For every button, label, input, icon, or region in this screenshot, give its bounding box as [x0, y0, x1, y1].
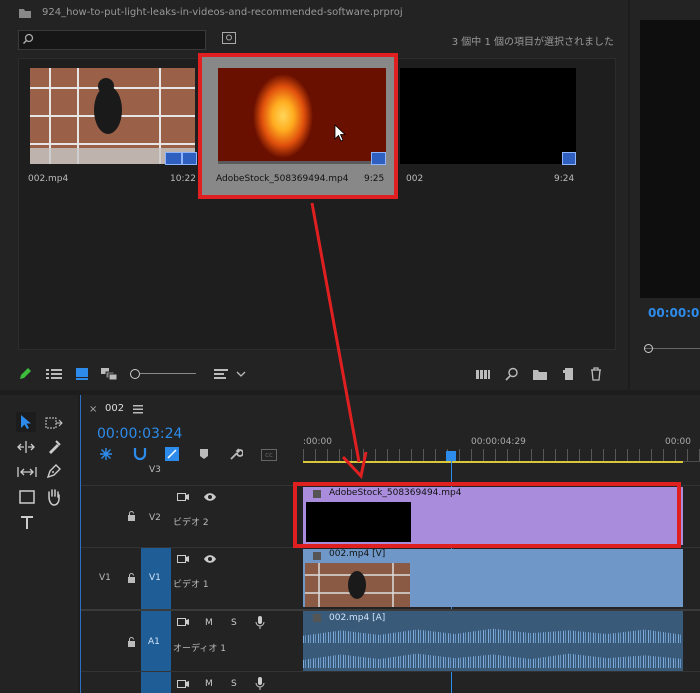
film-icon[interactable]: [177, 554, 189, 564]
clip-thumbnail-002[interactable]: [30, 68, 195, 164]
mute-button[interactable]: M: [205, 679, 213, 689]
trash-icon[interactable]: [590, 367, 602, 381]
lock-icon[interactable]: [127, 511, 136, 521]
chevron-down-icon[interactable]: [236, 370, 246, 378]
ruler-end: 00:00: [665, 437, 691, 447]
ruler-start: :00:00: [303, 437, 332, 447]
clip-duration: 9:25: [364, 174, 385, 184]
zoom-slider-handle[interactable]: [130, 369, 140, 379]
icon-view-icon[interactable]: [76, 368, 88, 380]
close-icon[interactable]: ×: [89, 404, 97, 415]
fx-icon: [313, 614, 321, 622]
track-name-v1: ビデオ 1: [173, 580, 209, 590]
film-icon[interactable]: [177, 617, 189, 627]
solo-button[interactable]: S: [231, 679, 237, 689]
razor-tool-icon[interactable]: [46, 439, 62, 455]
clip-name: 002.mp4: [28, 174, 69, 184]
track-name-a1: オーディオ 1: [173, 644, 226, 654]
new-search-bin-button[interactable]: [222, 32, 236, 44]
pen-tool-icon[interactable]: [46, 463, 62, 479]
automate-to-sequence-icon[interactable]: [476, 368, 490, 380]
clip-name: AdobeStock_508369494.mp4: [216, 174, 349, 184]
search-icon: [22, 33, 34, 45]
mute-button[interactable]: M: [205, 618, 213, 628]
clip-a1-name: 002.mp4 [A]: [329, 613, 386, 623]
film-icon[interactable]: [177, 492, 189, 502]
list-view-icon[interactable]: [46, 368, 62, 380]
sort-icon[interactable]: [214, 368, 228, 380]
track-label-v2[interactable]: V2: [149, 513, 161, 523]
track-label-v3[interactable]: V3: [149, 465, 161, 475]
clip-duration: 10:22: [170, 174, 196, 184]
solo-button[interactable]: S: [231, 618, 237, 628]
ripple-edit-tool-icon[interactable]: [17, 439, 35, 455]
pencil-icon[interactable]: [18, 367, 32, 381]
track-select-tool-icon[interactable]: [44, 415, 64, 431]
hand-tool-icon[interactable]: [46, 488, 62, 506]
mouse-cursor-icon: [334, 124, 346, 142]
selection-status: 3 個中 1 個の項目が選択されました: [451, 37, 614, 48]
track-target-a2[interactable]: [141, 672, 171, 693]
clip-v1-name: 002.mp4 [V]: [329, 549, 386, 559]
eye-icon[interactable]: [203, 492, 217, 502]
program-monitor: 00:00:03: [630, 0, 700, 390]
new-bin-icon[interactable]: [533, 368, 547, 380]
microphone-icon[interactable]: [255, 677, 265, 690]
microphone-icon[interactable]: [255, 616, 265, 629]
program-timecode: 00:00:03: [648, 306, 700, 320]
clip-duration: 9:24: [554, 174, 575, 184]
clip-progress-bar: [218, 161, 386, 164]
timeline-panel: × 002 00:00:03:24 cc :00:00 00:00:04:29 …: [80, 395, 700, 693]
project-panel: 924_how-to-put-light-leaks-in-videos-and…: [0, 0, 628, 390]
work-area-bar[interactable]: [303, 461, 683, 463]
clip-thumbnail-light-leak[interactable]: [218, 68, 386, 164]
video-audio-badge: [165, 152, 182, 165]
track-label-v1: V1: [149, 573, 161, 583]
audio-badge: [182, 152, 197, 165]
captions-icon[interactable]: cc: [261, 449, 277, 461]
find-icon[interactable]: [505, 367, 519, 381]
timeline-timecode[interactable]: 00:00:03:24: [97, 426, 182, 442]
linked-selection-icon[interactable]: [165, 447, 179, 461]
zoom-slider-track[interactable]: [140, 373, 196, 374]
type-tool-icon[interactable]: [19, 515, 35, 531]
fx-icon: [313, 552, 321, 560]
ruler-mid: 00:00:04:29: [471, 437, 526, 447]
nest-icon[interactable]: [99, 447, 113, 461]
video-audio-badge: [371, 152, 386, 165]
hamburger-menu-icon[interactable]: [133, 404, 143, 414]
target-clip-highlight: [293, 482, 681, 548]
folder-icon: [18, 7, 32, 19]
track-name-v2: ビデオ 2: [173, 518, 209, 528]
lock-icon[interactable]: [127, 637, 136, 647]
add-marker-icon[interactable]: [199, 448, 209, 460]
program-playhead-handle[interactable]: [644, 344, 653, 353]
playhead-handle[interactable]: [446, 451, 456, 461]
clip-thumbnail-002-sequence[interactable]: [400, 68, 576, 164]
slip-tool-icon[interactable]: [17, 465, 37, 479]
track-label-a1: A1: [148, 637, 160, 647]
new-item-icon[interactable]: [562, 367, 576, 381]
search-input[interactable]: [18, 30, 206, 50]
track-separator: [81, 671, 700, 672]
freeform-view-icon[interactable]: [101, 368, 117, 380]
clip-name: 002: [406, 174, 424, 184]
rectangle-tool-icon[interactable]: [19, 490, 35, 504]
snap-magnet-icon[interactable]: [133, 447, 147, 461]
lock-icon[interactable]: [127, 573, 136, 583]
selection-tool-icon[interactable]: [16, 412, 36, 432]
film-icon[interactable]: [177, 679, 189, 689]
wrench-icon[interactable]: [229, 447, 243, 461]
sequence-tab[interactable]: 002: [105, 403, 124, 414]
eye-icon[interactable]: [203, 554, 217, 564]
tools-panel: [0, 395, 78, 693]
program-video-area: [640, 20, 700, 298]
project-file-name: 924_how-to-put-light-leaks-in-videos-and…: [42, 7, 403, 18]
source-patch-v1[interactable]: V1: [99, 573, 111, 583]
clip-v1-thumbnail: [305, 563, 410, 607]
sequence-badge: [562, 152, 576, 165]
